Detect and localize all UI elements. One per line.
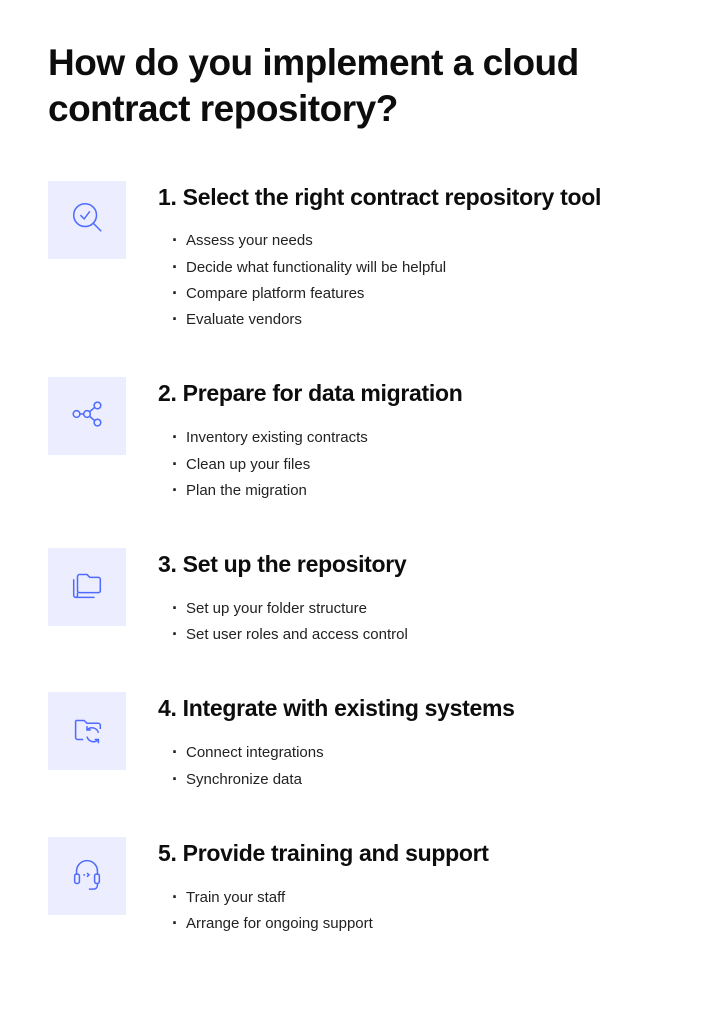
step-3: 3. Set up the repository Set up your fol… [48,548,678,648]
network-nodes-icon [68,395,106,438]
list-item: Clean up your files [172,452,678,478]
list-item: Set user roles and access control [172,622,678,648]
step-heading: 3. Set up the repository [158,550,678,580]
headset-support-icon [68,854,106,897]
step-list: Inventory existing contracts Clean up yo… [158,425,678,504]
icon-box [48,692,126,770]
list-item: Inventory existing contracts [172,425,678,451]
step-content: 1. Select the right contract repository … [158,181,678,334]
page-title: How do you implement a cloud contract re… [48,40,678,133]
step-2: 2. Prepare for data migration Inventory … [48,377,678,504]
list-item: Set up your folder structure [172,596,678,622]
step-list: Connect integrations Synchronize data [158,740,678,793]
list-item: Plan the migration [172,478,678,504]
step-heading: 1. Select the right contract repository … [158,183,678,213]
list-item: Arrange for ongoing support [172,911,678,937]
step-5: 5. Provide training and support Train yo… [48,837,678,937]
icon-box [48,181,126,259]
list-item: Compare platform features [172,281,678,307]
list-item: Synchronize data [172,767,678,793]
folder-sync-icon [68,710,106,753]
step-content: 4. Integrate with existing systems Conne… [158,692,678,792]
step-content: 3. Set up the repository Set up your fol… [158,548,678,648]
step-list: Assess your needs Decide what functional… [158,228,678,333]
folders-icon [68,566,106,609]
icon-box [48,548,126,626]
list-item: Assess your needs [172,228,678,254]
step-heading: 4. Integrate with existing systems [158,694,678,724]
icon-box [48,837,126,915]
step-content: 2. Prepare for data migration Inventory … [158,377,678,504]
step-1: 1. Select the right contract repository … [48,181,678,334]
step-list: Train your staff Arrange for ongoing sup… [158,885,678,938]
list-item: Train your staff [172,885,678,911]
icon-box [48,377,126,455]
step-4: 4. Integrate with existing systems Conne… [48,692,678,792]
magnifier-check-icon [68,198,106,241]
list-item: Evaluate vendors [172,307,678,333]
step-list: Set up your folder structure Set user ro… [158,596,678,649]
list-item: Connect integrations [172,740,678,766]
list-item: Decide what functionality will be helpfu… [172,255,678,281]
step-heading: 2. Prepare for data migration [158,379,678,409]
step-heading: 5. Provide training and support [158,839,678,869]
step-content: 5. Provide training and support Train yo… [158,837,678,937]
